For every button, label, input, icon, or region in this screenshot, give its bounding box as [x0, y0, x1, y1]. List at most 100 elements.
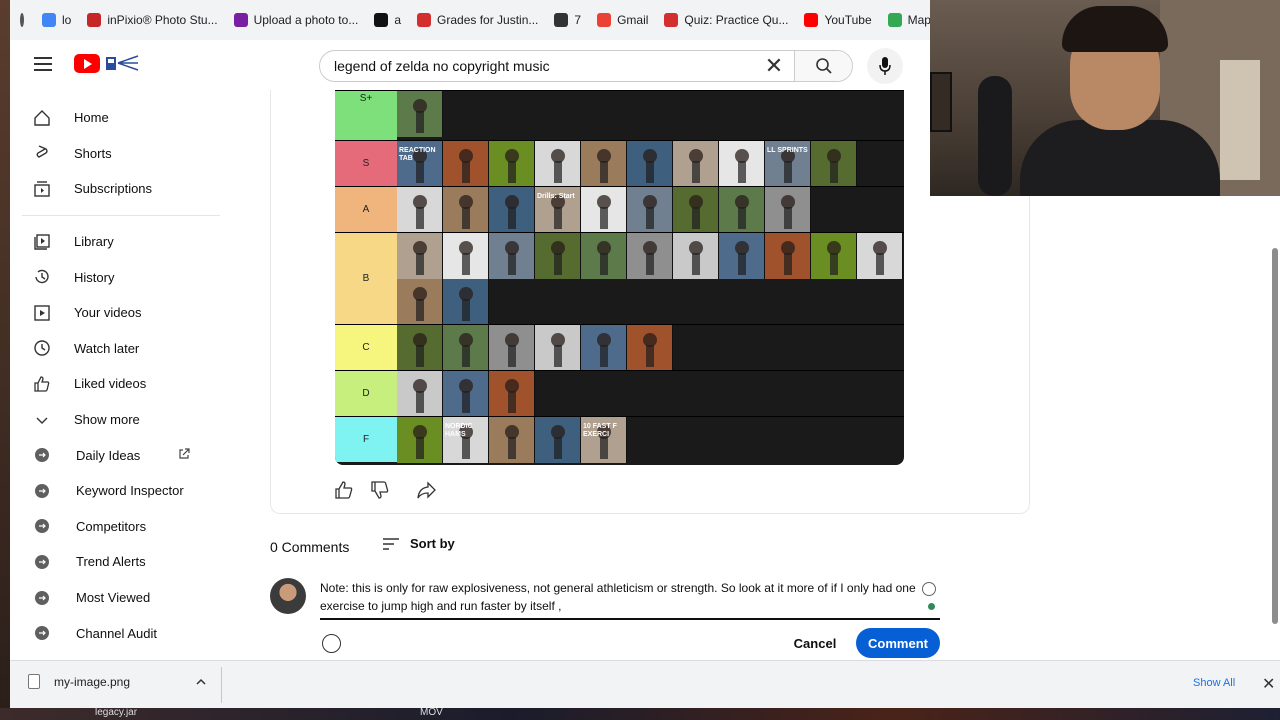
exercise-thumbnail: LL SPRINTS [765, 141, 811, 187]
desktop-item-0[interactable]: legacy.jar [95, 707, 137, 718]
chevron-up-icon[interactable] [196, 677, 206, 687]
show-all-downloads-link[interactable]: Show All [1193, 677, 1235, 689]
thumbs-up-icon [335, 481, 353, 499]
comment-count: 0 Comments [270, 539, 350, 555]
download-item[interactable]: my-image.png [28, 674, 130, 689]
sidebar-item-most-viewed[interactable]: Most Viewed [10, 580, 230, 616]
grammar-status-dot [928, 603, 935, 610]
thumbnail-caption: REACTION TAB [399, 147, 436, 162]
globe-icon[interactable] [20, 13, 24, 27]
exercise-thumbnail [627, 187, 673, 233]
bookmark-5[interactable]: 7 [546, 6, 589, 34]
channel-logo-icon[interactable] [104, 53, 140, 73]
exercise-thumbnail [719, 233, 765, 279]
bookmark-6[interactable]: Gmail [589, 6, 656, 34]
bookmark-7[interactable]: Quiz: Practice Qu... [656, 6, 796, 34]
dislike-button[interactable] [368, 478, 392, 502]
page-scrollbar[interactable] [1272, 248, 1278, 624]
sidebar-item-your-videos[interactable]: Your videos [10, 295, 230, 331]
exercise-thumbnail [581, 187, 627, 233]
exercise-thumbnail: Drills: Start [535, 187, 581, 233]
sort-comments-button[interactable]: Sort by [382, 536, 455, 551]
extension-icon [32, 552, 52, 572]
cancel-button[interactable]: Cancel [782, 628, 848, 658]
desktop-item-1[interactable]: MOV [420, 707, 443, 718]
clear-search-icon[interactable]: ✕ [754, 51, 794, 81]
share-button[interactable] [414, 478, 438, 502]
like-button[interactable] [332, 478, 356, 502]
tier-label: S [335, 141, 397, 186]
bookmark-icon [87, 13, 102, 27]
microphone-icon [978, 76, 1012, 196]
search-button[interactable] [794, 51, 852, 81]
exercise-thumbnail [535, 141, 581, 187]
sidebar-item-watch-later[interactable]: Watch later [10, 331, 230, 367]
canvas-icon [664, 13, 679, 27]
tier-row: B [335, 232, 904, 325]
external-link-icon[interactable] [178, 448, 190, 463]
download-filename: my-image.png [54, 674, 131, 689]
youtube-logo[interactable] [74, 54, 100, 73]
sidebar-item-liked-videos[interactable]: Liked videos [10, 366, 230, 402]
sidebar-item-show-more[interactable]: Show more [10, 402, 230, 438]
watch-later-icon [32, 338, 52, 358]
exercise-thumbnail [719, 187, 765, 233]
sidebar-item-competitors[interactable]: Competitors [10, 509, 230, 545]
downloads-divider [221, 667, 222, 703]
comment-input[interactable]: Note: this is only for raw explosiveness… [320, 580, 920, 615]
sidebar-item-library[interactable]: Library [10, 224, 230, 260]
canvas-icon [417, 13, 432, 27]
exercise-thumbnail [397, 371, 443, 417]
voice-search-button[interactable] [867, 48, 903, 84]
sidebar-item-label: Competitors [76, 518, 147, 534]
sidebar-item-label: Library [74, 234, 114, 250]
emoji-icon[interactable] [922, 582, 936, 596]
tier-row: D [335, 370, 904, 417]
bookmarks-bar: lo inPixio® Photo Stu... Upload a photo to… [10, 0, 937, 40]
exercise-thumbnail [765, 187, 811, 233]
menu-icon[interactable] [34, 57, 52, 71]
tier-list-image: S+ S REACTION TAB LL SPRINTS A Drills: Start B… [335, 90, 904, 465]
bookmark-0[interactable]: lo [34, 6, 79, 34]
sidebar-item-history[interactable]: History [10, 259, 230, 295]
exercise-thumbnail [443, 371, 489, 417]
bookmark-3[interactable]: a [366, 6, 409, 34]
bookmark-2[interactable]: Upload a photo to... [226, 6, 367, 34]
webcam-overlay [930, 0, 1280, 196]
sidebar-item-label: Trend Alerts [76, 554, 146, 570]
thumbs-down-icon [371, 481, 389, 499]
share-icon [417, 481, 436, 499]
sidebar-item-keyword-inspector[interactable]: Keyword Inspector [10, 473, 230, 509]
desktop-left-edge [0, 0, 10, 710]
your-videos-icon [32, 303, 52, 323]
sidebar-item-label: Show more [74, 412, 140, 428]
exercise-thumbnail [443, 325, 489, 371]
tier-label: B [335, 233, 397, 324]
sidebar-item-channel-audit[interactable]: Channel Audit [10, 615, 230, 651]
close-icon[interactable]: ✕ [1262, 674, 1275, 694]
sidebar-item-label: Liked videos [74, 376, 147, 392]
exercise-thumbnail [443, 233, 489, 279]
bookmark-8[interactable]: YouTube [796, 6, 879, 34]
exercise-thumbnail [397, 325, 443, 371]
emoji-picker-icon[interactable] [322, 634, 341, 653]
bookmark-1[interactable]: inPixio® Photo Stu... [79, 6, 225, 34]
search-input[interactable] [320, 51, 754, 81]
exercise-thumbnail [397, 91, 443, 137]
gs-icon [374, 13, 389, 27]
sidebar-item-home[interactable]: Home [10, 100, 230, 136]
sidebar-item-label: Shorts [74, 145, 112, 161]
sidebar-item-label: Daily Ideas [76, 447, 141, 463]
bookmark-icon [233, 13, 248, 27]
comment-button[interactable]: Comment [856, 628, 940, 658]
exercise-thumbnail: NORDIC HAMS [443, 417, 489, 463]
sidebar-item-shorts[interactable]: Shorts [10, 136, 230, 172]
sidebar-item-subscriptions[interactable]: Subscriptions [10, 171, 230, 207]
exercise-thumbnail [535, 417, 581, 463]
sidebar-item-daily-ideas[interactable]: Daily Ideas [10, 437, 230, 473]
exercise-thumbnail [397, 187, 443, 233]
bookmark-4[interactable]: Grades for Justin... [409, 6, 546, 34]
sidebar-item-trend-alerts[interactable]: Trend Alerts [10, 544, 230, 580]
exercise-thumbnail [857, 233, 903, 279]
exercise-thumbnail: REACTION TAB [397, 141, 443, 187]
